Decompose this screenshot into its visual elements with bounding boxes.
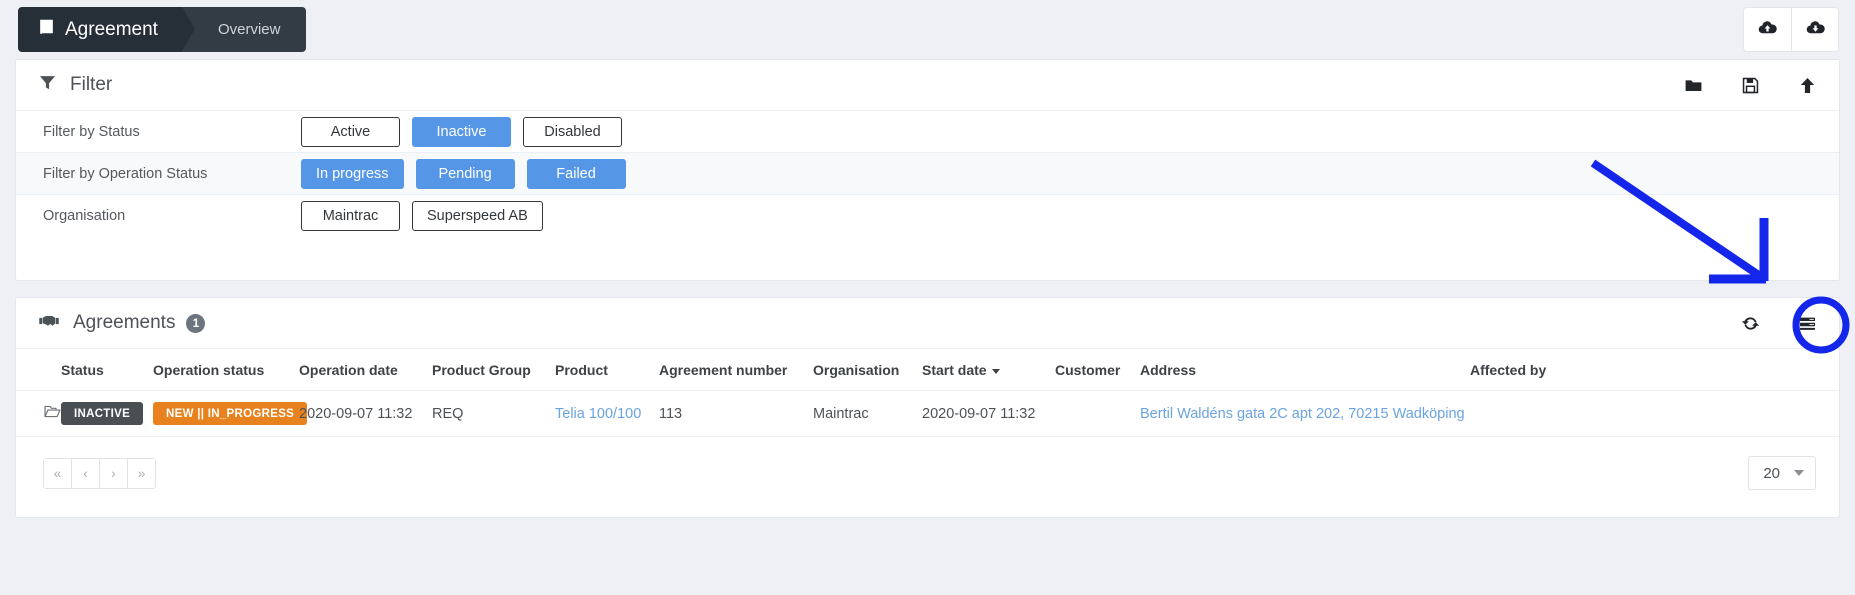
address-link[interactable]: Bertil Waldéns gata 2C apt 202, 70215 Wa… (1140, 406, 1465, 422)
cell-status: INACTIVE (61, 390, 153, 437)
filter-icon (38, 73, 57, 97)
cell-product-group: REQ (432, 390, 555, 437)
filter-row-organisation-options: Maintrac Superspeed AB (301, 201, 543, 231)
cell-product: Telia 100/100 (555, 390, 659, 437)
filter-org-superspeed-ab[interactable]: Superspeed AB (412, 201, 543, 231)
cell-start-date: 2020-09-07 11:32 (922, 390, 1055, 437)
breadcrumb-item-overview[interactable]: Overview (181, 7, 307, 52)
filter-status-active[interactable]: Active (301, 116, 400, 147)
breadcrumb-sub-label: Overview (217, 21, 281, 38)
column-header-start-date-label: Start date (922, 362, 987, 378)
cell-customer (1055, 390, 1140, 437)
breadcrumb-main-label: Agreement (65, 18, 158, 40)
column-header-product[interactable]: Product (555, 349, 659, 391)
handshake-icon (38, 310, 60, 337)
agreements-panel-header: Agreements 1 (16, 298, 1839, 349)
cell-address: Bertil Waldéns gata 2C apt 202, 70215 Wa… (1140, 390, 1470, 437)
cell-agreement-number: 113 (659, 390, 813, 437)
agreements-table: Status Operation status Operation date P… (16, 349, 1839, 437)
cell-affected-by (1470, 390, 1839, 437)
page-size-select[interactable]: 20 (1748, 456, 1816, 490)
agreements-panel-actions (1741, 314, 1821, 333)
pagination-next-button[interactable]: › (99, 457, 128, 489)
filter-opstatus-pending[interactable]: Pending (415, 158, 515, 189)
column-header-address[interactable]: Address (1140, 349, 1470, 391)
column-header-operation-date[interactable]: Operation date (299, 349, 432, 391)
column-header-affected-by[interactable]: Affected by (1470, 349, 1839, 391)
filter-opstatus-in-progress[interactable]: In progress (301, 158, 404, 189)
filter-panel-actions (1684, 76, 1821, 95)
column-header-status[interactable]: Status (61, 349, 153, 391)
filter-row-organisation: Organisation Maintrac Superspeed AB (16, 195, 1839, 237)
status-badge: INACTIVE (61, 402, 144, 425)
filter-row-organisation-label: Organisation (43, 208, 126, 224)
filter-panel: Filter Filter by Status Active Inactive … (15, 59, 1840, 281)
filter-opstatus-failed[interactable]: Failed (526, 158, 626, 189)
column-header-agreement-number[interactable]: Agreement number (659, 349, 813, 391)
filter-row-status-options: Active Inactive Disabled (301, 116, 622, 147)
operation-status-badge: NEW || IN_PROGRESS (153, 402, 308, 425)
breadcrumb[interactable]: Agreement Overview (18, 7, 307, 52)
filter-row-status: Filter by Status Active Inactive Disable… (16, 111, 1839, 153)
cloud-upload-icon (1757, 17, 1778, 43)
agreements-table-body: INACTIVE NEW || IN_PROGRESS 2020-09-07 1… (16, 390, 1839, 437)
topbar-actions (1743, 7, 1839, 52)
filter-status-inactive[interactable]: Inactive (412, 116, 511, 147)
column-header-organisation[interactable]: Organisation (813, 349, 922, 391)
pagination: « ‹ › » (43, 457, 156, 489)
sort-desc-caret-icon (991, 368, 1000, 374)
book-icon (37, 17, 56, 42)
arrow-up-icon[interactable] (1798, 76, 1817, 95)
folder-icon[interactable] (1684, 76, 1703, 95)
pagination-last-button[interactable]: » (127, 457, 156, 489)
column-header-row-icon (16, 349, 61, 391)
pagination-prev-button[interactable]: ‹ (71, 457, 100, 489)
filter-panel-header: Filter (16, 60, 1839, 111)
column-header-start-date[interactable]: Start date (922, 349, 1055, 391)
column-header-customer[interactable]: Customer (1055, 349, 1140, 391)
product-link[interactable]: Telia 100/100 (555, 406, 641, 422)
pagination-first-button[interactable]: « (43, 457, 72, 489)
filter-row-status-label: Filter by Status (43, 123, 140, 140)
column-header-product-group[interactable]: Product Group (432, 349, 555, 391)
agreements-table-head: Status Operation status Operation date P… (16, 349, 1839, 391)
filter-row-operation-status-options: In progress Pending Failed (301, 158, 626, 189)
column-header-operation-status[interactable]: Operation status (153, 349, 299, 391)
breadcrumb-item-agreement[interactable]: Agreement (18, 7, 195, 52)
pager-row: « ‹ › » 20 (16, 437, 1839, 509)
agreement-overview-page: Agreement Overview Filter Filter by Stat… (0, 0, 1855, 595)
cell-operation-status: NEW || IN_PROGRESS (153, 390, 308, 437)
table-header-row: Status Operation status Operation date P… (16, 349, 1839, 391)
refresh-icon[interactable] (1741, 314, 1760, 333)
cell-operation-date: 2020-09-07 11:32 (299, 390, 432, 437)
filter-status-disabled[interactable]: Disabled (523, 116, 622, 147)
filter-row-operation-status: Filter by Operation Status In progress P… (16, 153, 1839, 195)
table-row[interactable]: INACTIVE NEW || IN_PROGRESS 2020-09-07 1… (16, 390, 1839, 437)
row-expand-cell[interactable] (16, 390, 62, 437)
agreements-panel: Agreements 1 Status Operation status Ope… (15, 297, 1840, 518)
agreements-count-badge: 1 (186, 313, 206, 333)
filter-panel-title: Filter (70, 74, 113, 95)
table-settings-icon[interactable] (1798, 314, 1817, 333)
floppy-save-icon[interactable] (1741, 76, 1760, 95)
filter-row-operation-status-label: Filter by Operation Status (43, 165, 208, 182)
page-size-value: 20 (1763, 464, 1780, 482)
open-folder-icon[interactable] (43, 405, 62, 425)
top-bar: Agreement Overview (0, 0, 1855, 58)
cell-organisation: Maintrac (813, 390, 922, 437)
cloud-download-button[interactable] (1791, 8, 1838, 51)
cloud-upload-button[interactable] (1744, 8, 1791, 51)
cloud-download-icon (1805, 17, 1826, 43)
agreements-panel-title: Agreements (73, 312, 176, 333)
chevron-down-icon (1794, 470, 1804, 476)
filter-org-maintrac[interactable]: Maintrac (301, 201, 400, 231)
